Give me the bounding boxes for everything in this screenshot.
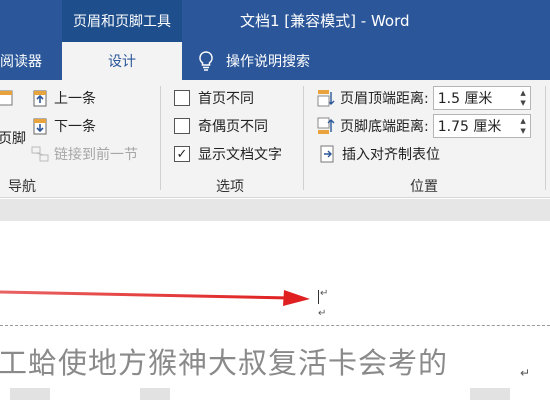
- body-paragraph-mark: ↵: [520, 366, 531, 380]
- footer-partial-label: 页脚: [0, 131, 26, 147]
- insert-alignment-tab-button[interactable]: 插入对齐制表位: [318, 142, 440, 166]
- alignment-tab-icon: [320, 145, 334, 163]
- group-divider: [303, 86, 304, 190]
- text-fragment: [10, 388, 50, 400]
- text-fragment: [140, 388, 170, 400]
- header-position-icon: [317, 90, 335, 107]
- header-footer-tools-label: 页眉和页脚工具: [62, 0, 182, 42]
- previous-button[interactable]: 上一条: [30, 86, 96, 110]
- previous-section-icon: [33, 90, 47, 107]
- header-paragraph-mark: ↵: [320, 288, 329, 299]
- go-to-footer-button[interactable]: 页脚: [0, 126, 26, 150]
- header-icon: [0, 90, 13, 106]
- title-bar: 页眉和页脚工具 文档1 [兼容模式] - Word: [0, 0, 550, 42]
- navigation-group-label: 导航: [8, 179, 36, 195]
- header-paragraph-mark-2: ↵: [318, 308, 327, 319]
- header-from-top-spinner[interactable]: 1.5 厘米 ▲ ▼: [432, 86, 531, 110]
- ribbon-tab-row: 阅读器 设计 操作说明搜索: [0, 42, 550, 80]
- link-icon: [31, 146, 49, 162]
- tab-design[interactable]: 设计: [62, 42, 182, 80]
- body-text: 工蛤使地方猴神大叔复活卡会考的: [0, 346, 449, 380]
- spin-up-icon[interactable]: ▲: [520, 116, 525, 126]
- group-divider: [160, 86, 161, 190]
- different-odd-even-checkbox[interactable]: [174, 118, 190, 134]
- text-cursor: [318, 290, 319, 304]
- tell-me-label: 操作说明搜索: [226, 54, 310, 70]
- header-partial-icon: [0, 86, 20, 110]
- different-first-page-checkbox[interactable]: [174, 90, 190, 106]
- tab-reader[interactable]: 阅读器: [0, 42, 50, 80]
- link-to-previous-label: 链接到前一节: [54, 147, 138, 163]
- link-to-previous-button[interactable]: 链接到前一节: [30, 142, 138, 166]
- text-fragment: [470, 388, 510, 400]
- position-group-label: 位置: [410, 179, 438, 195]
- header-from-top-label: 页眉顶端距离:: [340, 91, 429, 107]
- header-boundary-line: [0, 325, 550, 326]
- document-body-line: 工蛤使地方猴神大叔复活卡会考的: [0, 340, 448, 382]
- footer-position-icon: [317, 117, 335, 134]
- spinner-arrows[interactable]: ▲ ▼: [520, 116, 525, 136]
- header-from-top-value: 1.5 厘米: [437, 91, 493, 107]
- different-first-page-label: 首页不同: [198, 91, 254, 107]
- ribbon: 页脚 上一条 下一条 链接到前一节 导航 首页不同 奇偶页不同 ✓ 显示文档文字…: [0, 80, 550, 198]
- spinner-arrows[interactable]: ▲ ▼: [520, 88, 525, 108]
- document-title: 文档1 [兼容模式] - Word: [240, 12, 410, 30]
- different-odd-even-label: 奇偶页不同: [198, 119, 268, 135]
- show-document-text-option[interactable]: ✓ 显示文档文字: [174, 142, 282, 166]
- footer-from-bottom-value: 1.75 厘米: [437, 119, 502, 135]
- options-group-label: 选项: [216, 179, 244, 195]
- show-document-text-checkbox[interactable]: ✓: [174, 146, 190, 162]
- lightbulb-icon: [199, 51, 213, 71]
- insert-alignment-tab-label: 插入对齐制表位: [342, 147, 440, 163]
- different-first-page-option[interactable]: 首页不同: [174, 86, 254, 110]
- next-section-icon: [33, 118, 47, 135]
- spin-up-icon[interactable]: ▲: [520, 88, 525, 98]
- spin-down-icon[interactable]: ▼: [520, 98, 525, 108]
- tell-me-search[interactable]: 操作说明搜索: [188, 42, 318, 80]
- previous-label: 上一条: [54, 91, 96, 107]
- footer-from-bottom-spinner[interactable]: 1.75 厘米 ▲ ▼: [432, 114, 531, 138]
- ruler-strip: [0, 199, 550, 221]
- spin-down-icon[interactable]: ▼: [520, 126, 525, 136]
- red-arrow-annotation: [0, 290, 310, 306]
- next-label: 下一条: [54, 119, 96, 135]
- group-divider: [545, 86, 546, 190]
- next-button[interactable]: 下一条: [30, 114, 96, 138]
- show-document-text-label: 显示文档文字: [198, 147, 282, 163]
- different-odd-even-option[interactable]: 奇偶页不同: [174, 114, 268, 138]
- footer-from-bottom-row: 页脚底端距离: 1.75 厘米 ▲ ▼: [316, 114, 531, 138]
- footer-from-bottom-label: 页脚底端距离:: [340, 119, 429, 135]
- header-from-top-row: 页眉顶端距离: 1.5 厘米 ▲ ▼: [316, 86, 531, 110]
